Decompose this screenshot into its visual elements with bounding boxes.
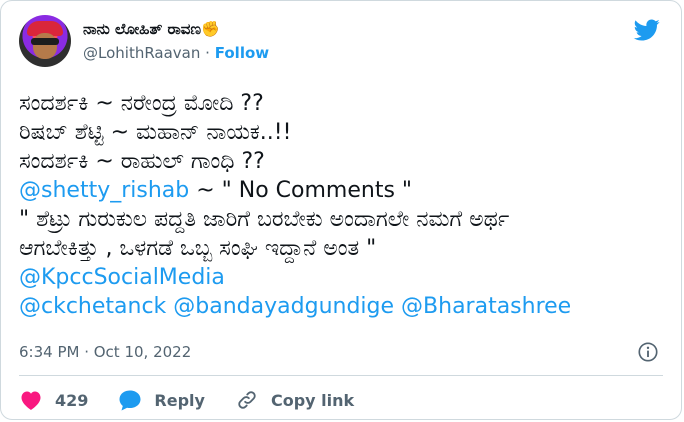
tweet-line-2: ರಿಷಬ್ ಶೆಟ್ಟಿ ~ ಮಹಾನ್ ನಾಯಕ..!! xyxy=(19,120,292,145)
twitter-bird-icon[interactable] xyxy=(631,17,663,43)
handle[interactable]: @LohithRaavan xyxy=(83,44,200,62)
display-name[interactable]: ನಾನು ಲೋಹಿತ್ ರಾವಣ✊ xyxy=(83,20,269,38)
tweet-line-3: ಸಂದರ್ಶಕಿ ~ ರಾಹುಲ್ ಗಾಂಧಿ ?? xyxy=(19,149,265,174)
handle-row: @LohithRaavan · Follow xyxy=(83,44,269,62)
tweet-line-5: " ಶೆಟ್ರು ಗುರುಕುಲ ಪದ್ದತಿ ಜಾರಿಗೆ ಬರಬೇಕು ಅಂ… xyxy=(19,207,510,232)
separator-dot: · xyxy=(205,44,210,62)
tweet-line-8: @ckchetanck @bandayadgundige @Bharatashr… xyxy=(19,292,663,321)
tweet-line-4-text: ~ " No Comments " xyxy=(189,178,413,203)
copy-link-label: Copy link xyxy=(270,390,355,410)
tweet-line-1: ಸಂದರ್ಶಕಿ ~ ನರೇಂದ್ರ ಮೋದಿ ?? xyxy=(19,91,264,116)
fist-emoji: ✊ xyxy=(201,20,220,38)
author-names: ನಾನು ಲೋಹಿತ್ ರಾವಣ✊ @LohithRaavan · Follow xyxy=(83,20,269,62)
mention-ckchetanck[interactable]: @ckchetanck xyxy=(19,294,166,319)
tweet-line-7: @KpccSocialMedia xyxy=(19,263,663,292)
reply-bubble-icon xyxy=(119,390,141,411)
like-button[interactable]: 429 xyxy=(19,389,88,411)
copy-link-button[interactable]: Copy link xyxy=(235,389,354,411)
divider xyxy=(19,375,663,376)
link-icon xyxy=(238,391,256,409)
display-name-text[interactable]: ನಾನು ಲೋಹಿತ್ ರಾವಣ xyxy=(83,20,201,38)
action-bar: 429 Reply Copy link xyxy=(19,389,384,411)
heart-icon xyxy=(21,391,41,410)
tweet-line-6: ಆಗಬೇಕಿತ್ತು , ಒಳಗಡೆ ಒಬ್ಬ ಸಂಘಿ ಇದ್ದಾನೆ ಅಂತ… xyxy=(19,236,377,261)
mention-shetty-rishab[interactable]: @shetty_rishab xyxy=(19,178,189,203)
reply-button[interactable]: Reply xyxy=(118,389,205,411)
avatar-glasses xyxy=(31,38,59,45)
tweet-embed-card: ನಾನು ಲೋಹಿತ್ ರಾವಣ✊ @LohithRaavan · Follow… xyxy=(0,0,682,420)
mention-kpccsocialmedia[interactable]: @KpccSocialMedia xyxy=(19,265,225,290)
follow-button[interactable]: Follow xyxy=(215,44,269,62)
tweet-line-4: @shetty_rishab ~ " No Comments " xyxy=(19,176,663,205)
reply-label: Reply xyxy=(154,390,205,410)
like-count: 429 xyxy=(55,390,89,410)
avatar[interactable] xyxy=(19,15,71,67)
tweet-header: ನಾನು ಲೋಹಿತ್ ರಾವಣ✊ @LohithRaavan · Follow xyxy=(19,15,269,67)
tweet-text: ಸಂದರ್ಶಕಿ ~ ನರೇಂದ್ರ ಮೋದಿ ?? ರಿಷಬ್ ಶೆಟ್ಟಿ … xyxy=(19,89,663,321)
info-icon[interactable] xyxy=(637,341,659,363)
mention-bharatashree[interactable]: @Bharatashree xyxy=(401,294,571,319)
mention-bandayadgundige[interactable]: @bandayadgundige xyxy=(173,294,394,319)
timestamp[interactable]: 6:34 PM · Oct 10, 2022 xyxy=(19,343,191,361)
avatar-face xyxy=(33,33,57,59)
